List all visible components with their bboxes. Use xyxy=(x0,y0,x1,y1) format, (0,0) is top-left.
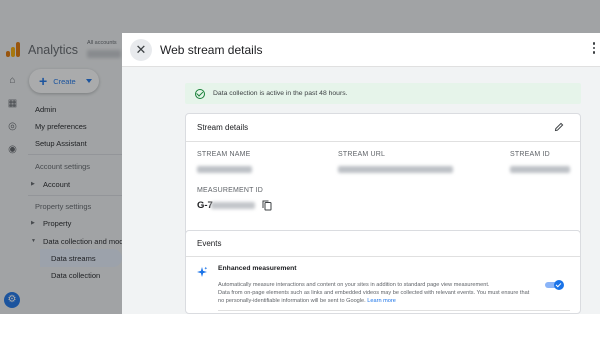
check-circle-icon xyxy=(195,88,205,99)
enhanced-measurement-desc-line-1: Automatically measure interactions and c… xyxy=(218,282,490,288)
enhanced-measurement-toggle[interactable] xyxy=(545,280,564,290)
enhanced-measurement-description: Automatically measure interactions and c… xyxy=(218,281,533,305)
stream-name-value-redacted xyxy=(197,166,252,173)
stream-url-value-redacted xyxy=(338,166,453,173)
learn-more-link[interactable]: Learn more xyxy=(367,298,396,304)
drawer-title: Web stream details xyxy=(160,43,263,57)
sparkle-icon xyxy=(197,266,208,277)
measurement-id-value-redacted xyxy=(211,202,255,209)
data-collection-status-banner: Data collection is active in the past 48… xyxy=(185,83,581,104)
enhanced-measurement-title: Enhanced measurement xyxy=(218,265,297,272)
stream-id-label: STREAM ID xyxy=(510,151,550,158)
banner-text: Data collection is active in the past 48… xyxy=(213,90,348,97)
measurement-id-label: MEASUREMENT ID xyxy=(197,187,264,194)
more-vert-icon[interactable] xyxy=(592,42,596,56)
stream-url-label: STREAM URL xyxy=(338,151,386,158)
enhanced-measurement-desc-line-2: Data from on-page elements such as links… xyxy=(218,289,533,305)
copy-icon[interactable] xyxy=(262,200,272,211)
drawer-header: ✕ Web stream details xyxy=(122,33,600,67)
events-title: Events xyxy=(197,239,222,248)
close-icon[interactable]: ✕ xyxy=(130,39,152,61)
events-card: Events Enhanced measurement Automaticall… xyxy=(185,230,581,314)
divider xyxy=(218,310,570,311)
stream-details-title: Stream details xyxy=(197,123,249,132)
divider xyxy=(186,141,580,142)
web-stream-details-drawer: ✕ Web stream details Data collection is … xyxy=(122,33,600,314)
toggle-knob-check-icon xyxy=(554,280,564,290)
stream-id-value-redacted xyxy=(510,166,570,173)
edit-pencil-icon[interactable] xyxy=(554,122,564,132)
stream-name-label: STREAM NAME xyxy=(197,151,251,158)
divider xyxy=(186,256,580,257)
